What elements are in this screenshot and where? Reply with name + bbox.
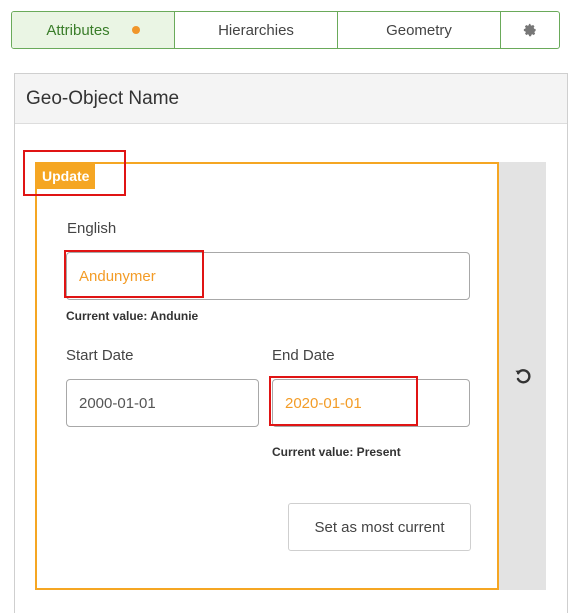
english-label: English [67,220,117,237]
geo-object-name-panel: Geo-Object Name Update English Andunymer… [14,73,568,613]
set-as-most-current-button[interactable]: Set as most current [288,503,471,551]
tab-hierarchies[interactable]: Hierarchies [175,12,338,48]
update-card: Update English Andunymer Current value: … [35,162,499,590]
start-date-value: 2000-01-01 [79,394,156,412]
end-date-value: 2020-01-01 [285,394,362,412]
tab-geometry-label: Geometry [386,21,452,39]
english-input[interactable]: Andunymer [66,252,470,300]
tab-attributes-label: Attributes [46,21,110,39]
english-current-value: Current value: Andunie [66,309,199,323]
update-badge: Update [37,164,96,189]
tab-settings[interactable] [501,12,559,48]
start-date-input[interactable]: 2000-01-01 [66,379,259,427]
modified-indicator-dot [131,26,140,34]
set-as-most-current-label: Set as most current [314,518,445,536]
tab-attributes[interactable]: Attributes [12,12,175,48]
start-date-label: Start Date [66,347,134,364]
gear-icon [523,23,536,37]
tab-hierarchies-label: Hierarchies [218,21,294,39]
end-date-current-value: Current value: Present [272,445,401,459]
english-input-value: Andunymer [79,267,156,285]
undo-icon [514,369,531,384]
end-date-label: End Date [272,347,335,364]
tab-bar: Attributes Hierarchies Geometry [11,11,560,49]
tab-geometry[interactable]: Geometry [338,12,501,48]
revert-button[interactable] [499,162,546,590]
panel-title: Geo-Object Name [26,87,180,109]
panel-header: Geo-Object Name [15,74,567,124]
end-date-input[interactable]: 2020-01-01 [272,379,470,427]
